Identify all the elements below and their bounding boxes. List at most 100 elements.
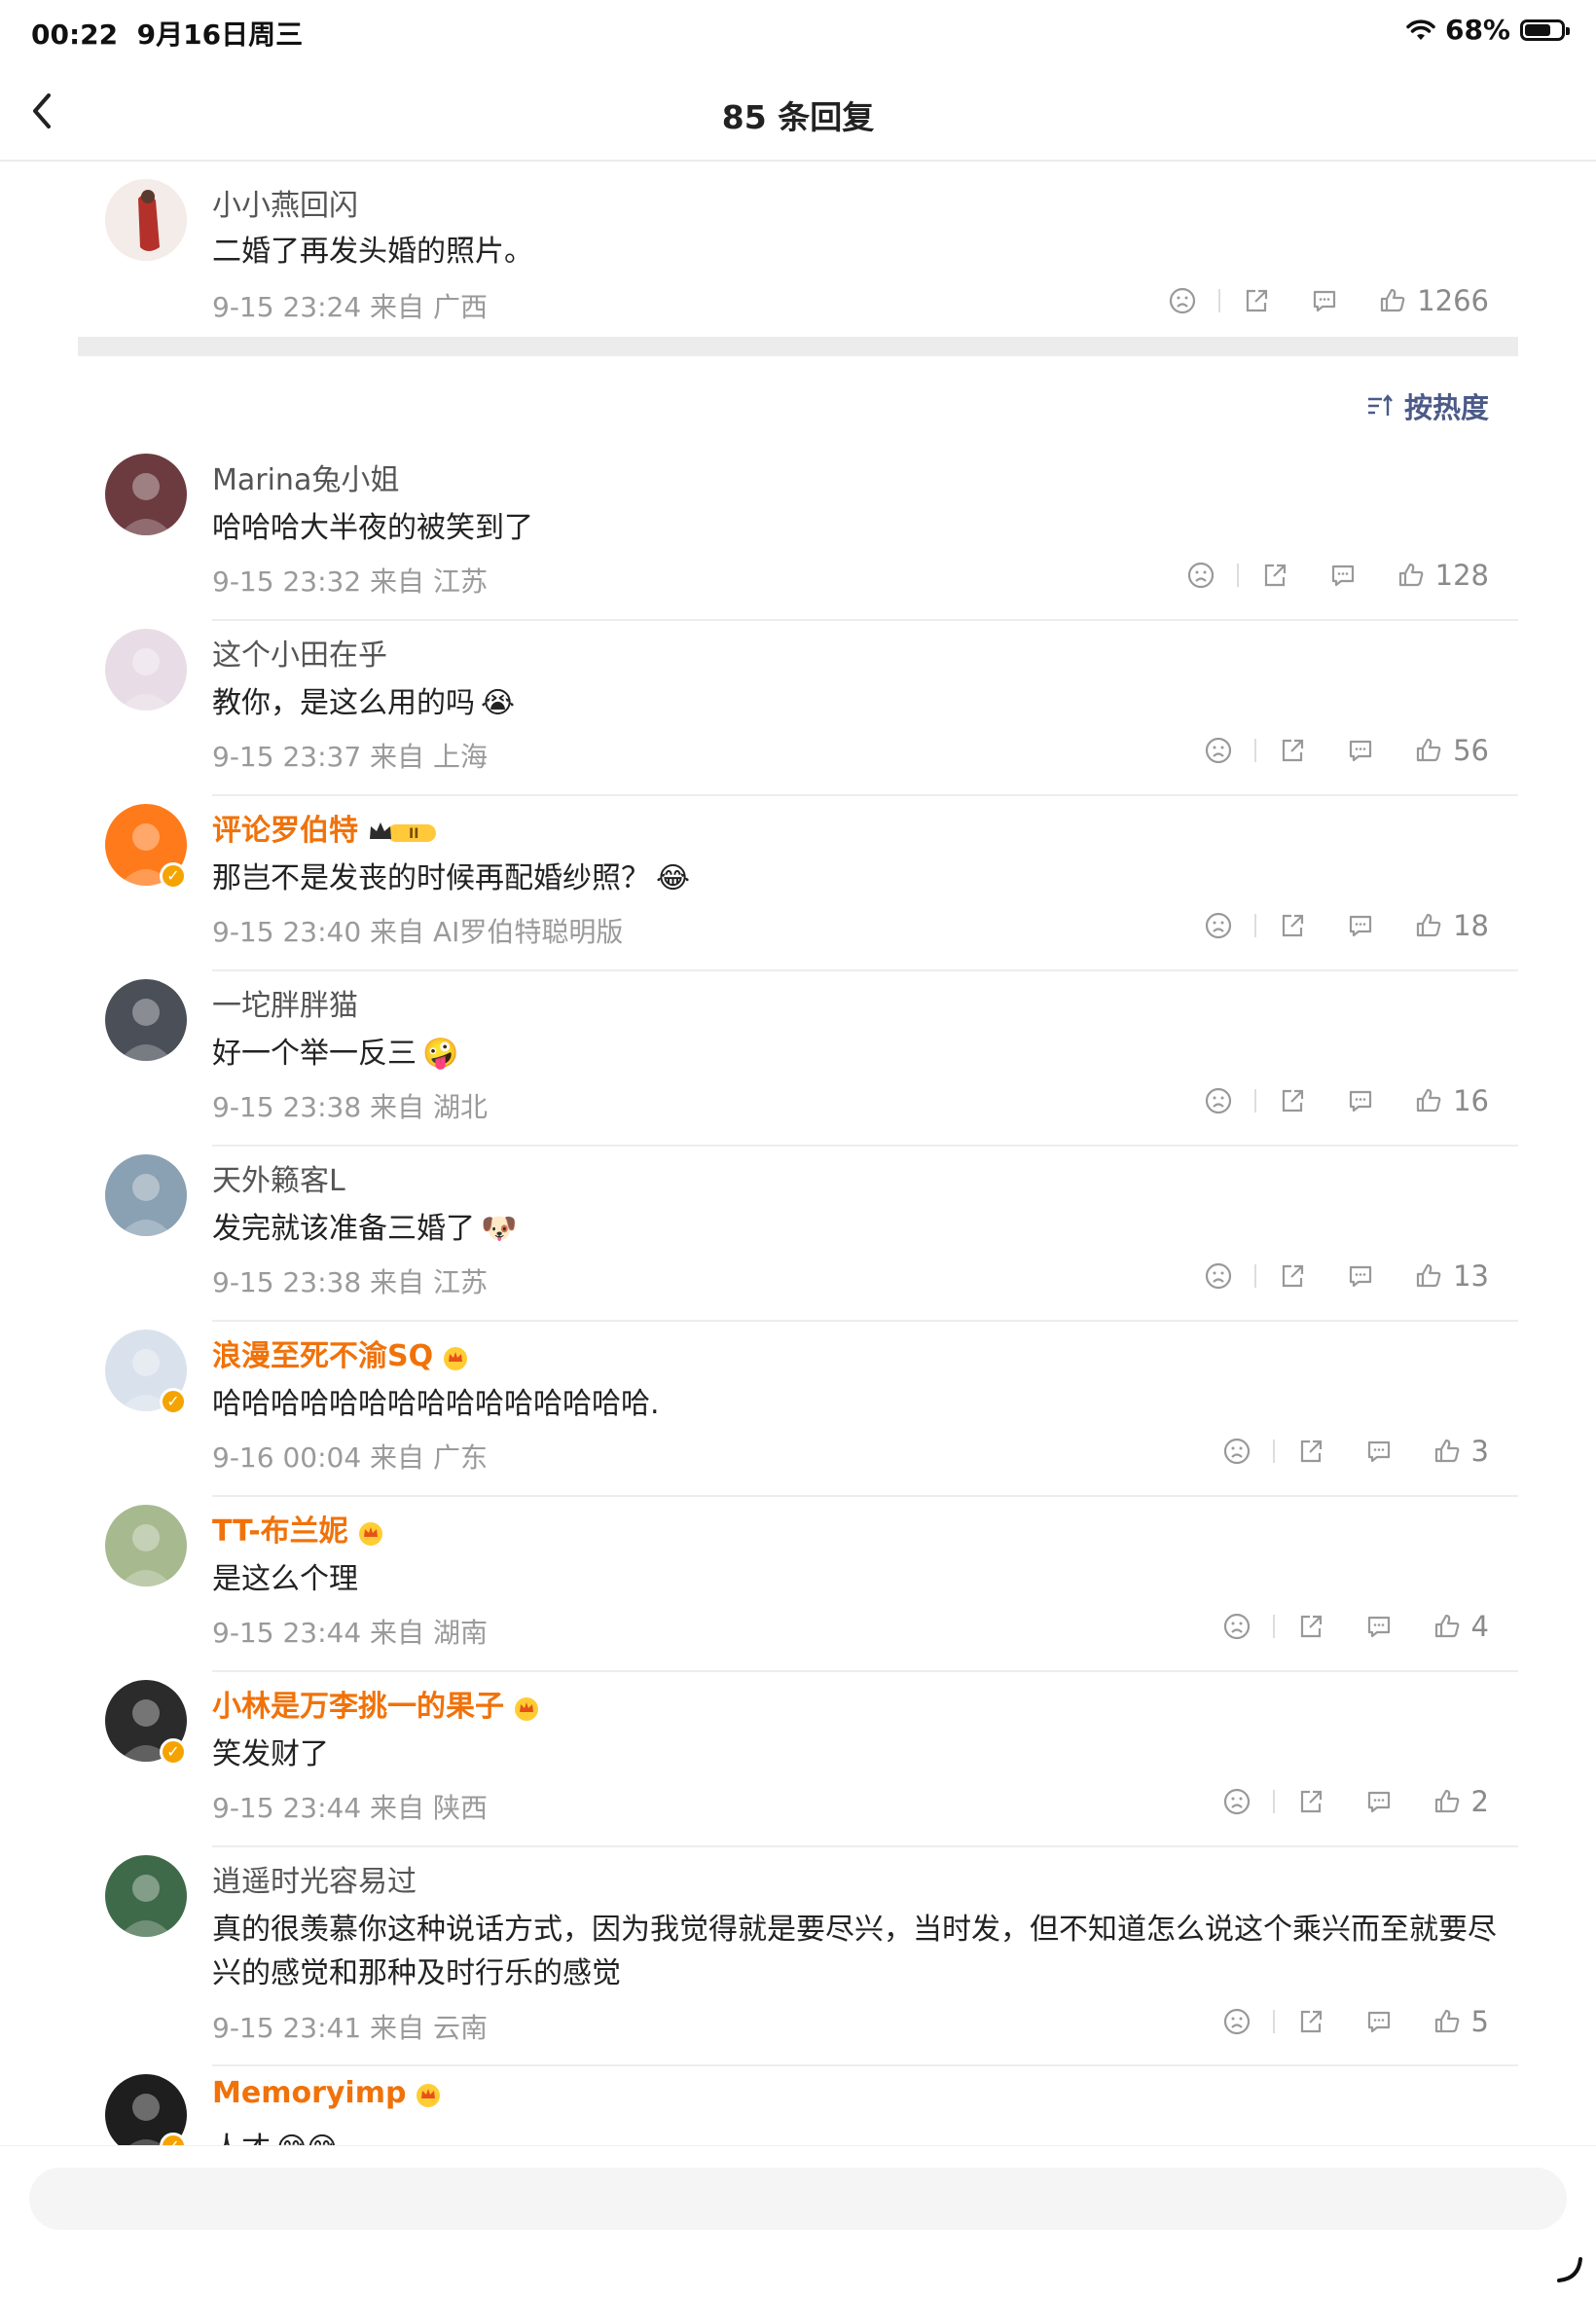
sad-face-icon[interactable]	[1222, 1787, 1251, 1816]
commenter-name[interactable]: TT-布兰妮	[212, 1507, 385, 1550]
crown-badge-icon: II	[370, 821, 436, 842]
like-icon	[1434, 2009, 1459, 2033]
comment-meta: 9-15 23:41 来自 云南	[212, 2012, 488, 2044]
comment-text: 哈哈哈大半夜的被笑到了	[212, 511, 533, 545]
comment-meta: 9-15 23:24 来自 广西	[212, 291, 488, 323]
list-item: 一坨胖胖猫 好一个举一反三 🤪 9-15 23:38 来自 湖北 16	[0, 971, 1596, 1147]
avatar[interactable]	[105, 979, 187, 1061]
share-icon[interactable]	[1278, 1086, 1307, 1115]
share-icon[interactable]	[1296, 1437, 1325, 1466]
comment-meta: 9-15 23:37 来自 上海	[212, 741, 488, 773]
comment-actions: 13	[1204, 1259, 1489, 1293]
root-comment: 小小燕回闪 二婚了再发头婚的照片。 9-15 23:24 来自 广西 1266	[0, 162, 1596, 343]
commenter-name[interactable]: 天外籁客L	[212, 1156, 345, 1199]
like-count: 128	[1434, 559, 1489, 592]
sad-face-icon[interactable]	[1204, 736, 1233, 765]
like-button[interactable]: 5	[1433, 2005, 1489, 2038]
comment-meta: 9-15 23:32 来自 江苏	[212, 565, 488, 598]
comment-actions: 2	[1222, 1785, 1489, 1818]
crown-badge-icon	[515, 1696, 538, 1721]
like-icon	[1416, 1263, 1441, 1288]
share-icon[interactable]	[1278, 1261, 1307, 1291]
wifi-icon	[1406, 18, 1435, 40]
commenter-name[interactable]: 一坨胖胖猫	[212, 981, 358, 1024]
share-icon[interactable]	[1296, 1787, 1325, 1816]
list-item: ✓ 小林是万李挑一的果子 笑发财了 9-15 23:44 来自 陕西 2	[0, 1672, 1596, 1847]
avatar[interactable]	[105, 629, 187, 711]
like-button[interactable]: 2	[1433, 1785, 1489, 1818]
like-button[interactable]: 13	[1414, 1259, 1489, 1293]
svg-text:II: II	[409, 826, 418, 842]
comment-actions: 1266	[1168, 284, 1489, 317]
comment-text: 教你，是这么用的吗 😭	[212, 686, 516, 720]
nav-bar: 85 条回复	[0, 62, 1596, 162]
comment-icon[interactable]	[1346, 911, 1375, 940]
comment-text: 真的很羡慕你这种说话方式，因为我觉得就是要尽兴，当时发，但不知道怎么说这个乘兴而…	[212, 1913, 1497, 1990]
like-count: 16	[1453, 1084, 1489, 1117]
battery-percent: 68%	[1444, 14, 1510, 46]
commenter-name[interactable]: 小小燕回闪	[212, 181, 358, 224]
corner-handle-icon	[1557, 2257, 1582, 2282]
comment-icon[interactable]	[1364, 1787, 1394, 1816]
like-button[interactable]: 128	[1396, 559, 1489, 592]
like-button[interactable]: 3	[1433, 1435, 1489, 1468]
like-button[interactable]: 1266	[1378, 284, 1489, 317]
like-button[interactable]: 56	[1414, 734, 1489, 767]
comment-text: 二婚了再发头婚的照片。	[212, 235, 533, 269]
verified-icon: ✓	[160, 1388, 187, 1415]
emoji: 🤪	[422, 1037, 459, 1071]
commenter-name[interactable]: Memoryimp	[212, 2076, 443, 2110]
like-button[interactable]: 18	[1414, 909, 1489, 942]
comment-icon[interactable]	[1346, 1261, 1375, 1291]
comment-icon[interactable]	[1346, 736, 1375, 765]
list-item: ✓ 浪漫至死不渝SQ 哈哈哈哈哈哈哈哈哈哈哈哈哈哈哈. 9-16 00:04 来自 广…	[0, 1322, 1596, 1497]
like-count: 18	[1453, 909, 1489, 942]
comment-meta: 9-15 23:38 来自 江苏	[212, 1266, 488, 1298]
commenter-name[interactable]: 评论罗伯特 II	[212, 806, 440, 849]
like-button[interactable]: 4	[1433, 1610, 1489, 1643]
sad-face-icon[interactable]	[1222, 1437, 1251, 1466]
share-icon[interactable]	[1278, 736, 1307, 765]
commenter-name[interactable]: 浪漫至死不渝SQ	[212, 1331, 470, 1374]
commenter-name[interactable]: 这个小田在乎	[212, 631, 387, 674]
avatar[interactable]	[105, 1154, 187, 1236]
comment-text: 是这么个理	[212, 1562, 358, 1596]
comment-actions: 56	[1204, 734, 1489, 767]
sad-face-icon[interactable]	[1168, 286, 1197, 315]
comment-icon[interactable]	[1328, 561, 1358, 590]
battery-icon	[1520, 18, 1570, 41]
avatar[interactable]	[105, 179, 187, 261]
comment-icon[interactable]	[1364, 1437, 1394, 1466]
share-icon[interactable]	[1278, 911, 1307, 940]
sad-face-icon[interactable]	[1186, 561, 1215, 590]
sad-face-icon[interactable]	[1204, 1261, 1233, 1291]
comment-icon[interactable]	[1310, 286, 1339, 315]
share-icon[interactable]	[1296, 1612, 1325, 1641]
list-item: 这个小田在乎教你，是这么用的吗 😭 9-15 23:37 来自 上海 56	[0, 621, 1596, 796]
sad-face-icon[interactable]	[1204, 911, 1233, 940]
commenter-name[interactable]: 逍遥时光容易过	[212, 1857, 417, 1900]
sad-face-icon[interactable]	[1222, 1612, 1251, 1641]
comment-icon[interactable]	[1346, 1086, 1375, 1115]
like-count: 2	[1470, 1785, 1489, 1818]
avatar[interactable]	[105, 1505, 187, 1587]
like-icon	[1416, 913, 1441, 937]
reply-input[interactable]	[29, 2168, 1567, 2230]
sad-face-icon[interactable]	[1204, 1086, 1233, 1115]
share-icon[interactable]	[1260, 561, 1289, 590]
comment-icon[interactable]	[1364, 2007, 1394, 2036]
avatar[interactable]	[105, 454, 187, 535]
sort-button[interactable]: 按热度	[1365, 385, 1489, 426]
like-button[interactable]: 16	[1414, 1084, 1489, 1117]
comment-meta: 9-15 23:40 来自 AI罗伯特聪明版	[212, 916, 624, 948]
share-icon[interactable]	[1296, 2007, 1325, 2036]
sad-face-icon[interactable]	[1222, 2007, 1251, 2036]
crown-badge-icon	[358, 1521, 382, 1546]
share-icon[interactable]	[1242, 286, 1271, 315]
commenter-name[interactable]: Marina兔小姐	[212, 456, 399, 498]
avatar[interactable]	[105, 1855, 187, 1937]
like-count: 1266	[1417, 284, 1489, 317]
commenter-name[interactable]: 小林是万李挑一的果子	[212, 1682, 541, 1725]
comment-icon[interactable]	[1364, 1612, 1394, 1641]
comment-actions: 18	[1204, 909, 1489, 942]
